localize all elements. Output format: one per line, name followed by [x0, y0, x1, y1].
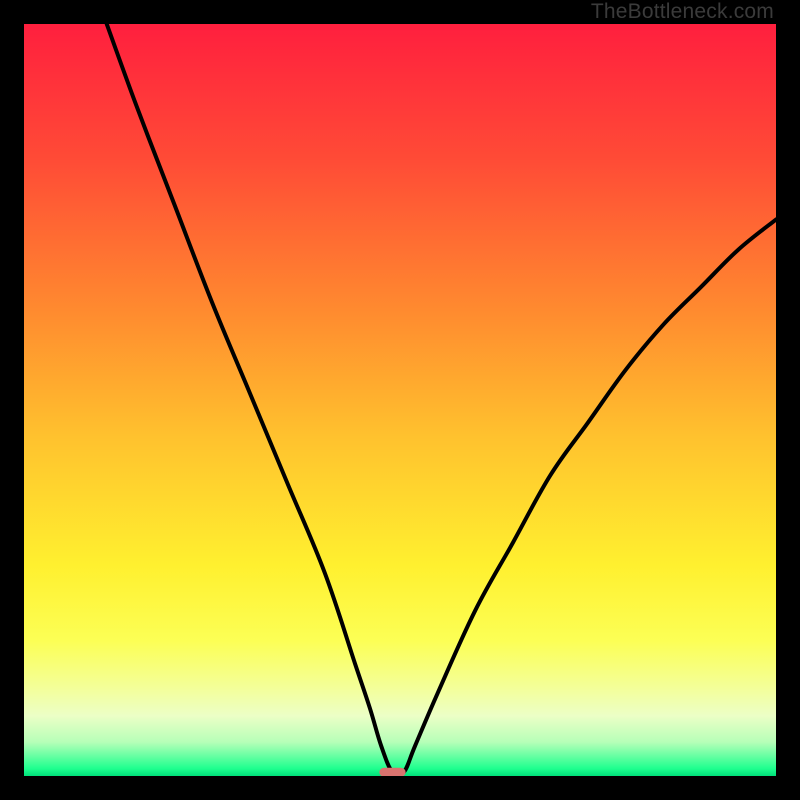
chart-frame	[24, 24, 776, 776]
chart-background	[24, 24, 776, 776]
watermark-text: TheBottleneck.com	[591, 0, 774, 24]
bottleneck-chart	[24, 24, 776, 776]
minimum-marker	[379, 768, 405, 776]
